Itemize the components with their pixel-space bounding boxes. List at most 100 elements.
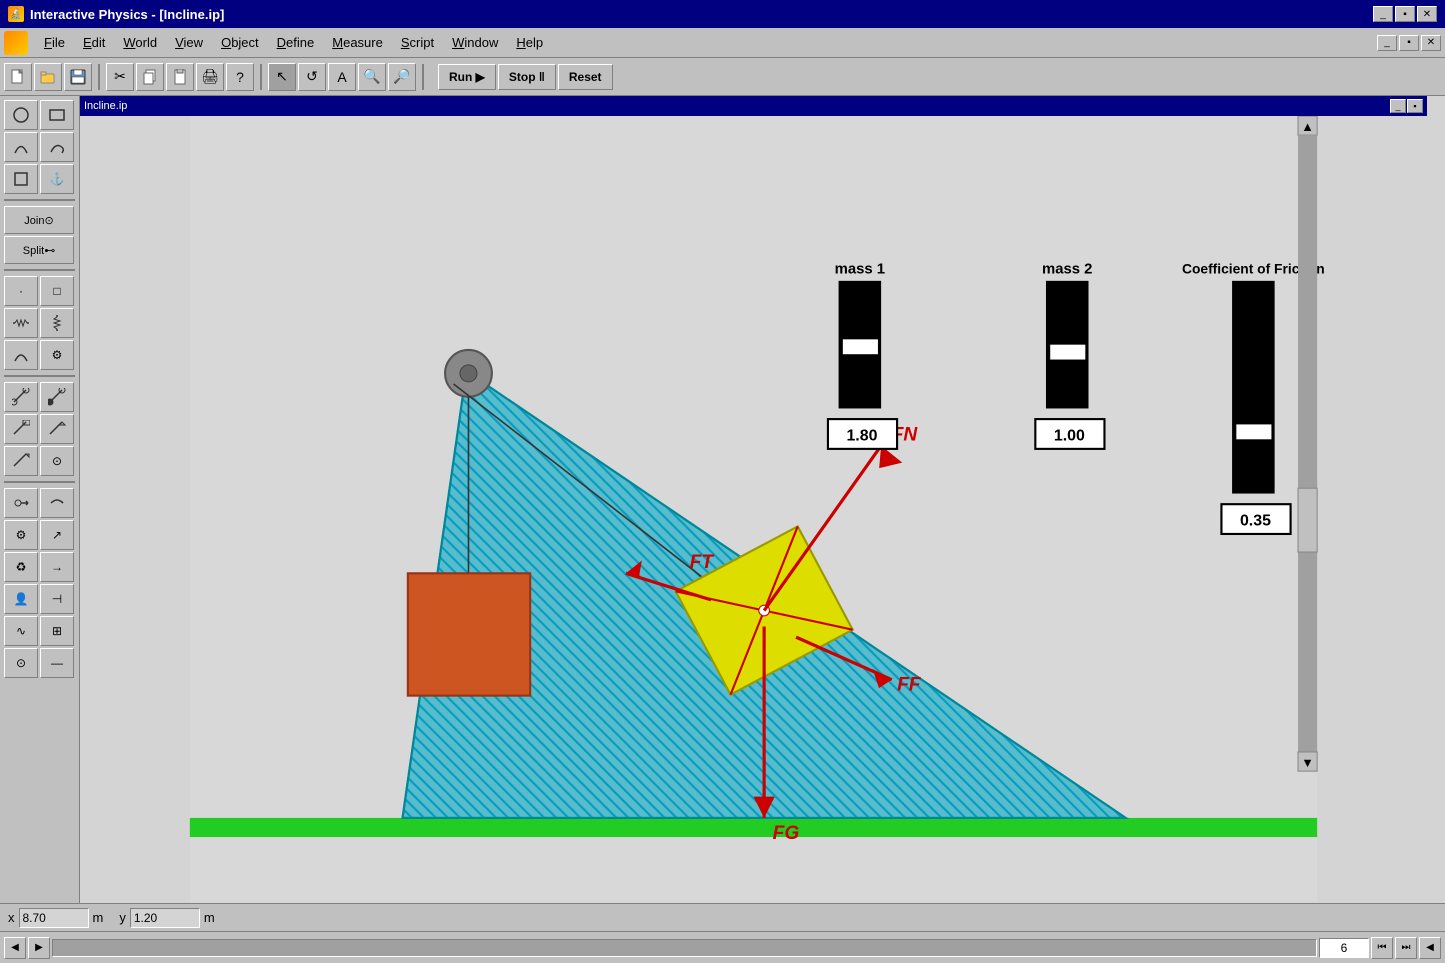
inner-maximize-button[interactable]: ▪ [1407,99,1423,113]
help-button[interactable]: ? [226,63,254,91]
square-tool[interactable] [4,164,38,194]
new-button[interactable] [4,63,32,91]
stop-button[interactable]: Stop ‖ [498,64,556,90]
inner-title-controls: _ ▪ [1390,99,1423,113]
run-button[interactable]: Run ▶ [438,64,496,90]
menu-window[interactable]: Window [444,32,506,53]
cut-button[interactable]: ✂ [106,63,134,91]
nav-rewind-button[interactable]: ◀ [1419,937,1441,959]
nav-back-button[interactable]: ◀ [4,937,26,959]
x-label: x [8,910,15,925]
pin-tool[interactable]: · [4,276,38,306]
horizontal-scrollbar[interactable] [52,939,1317,957]
curve-tool[interactable] [4,132,38,162]
constraint-tools-row2 [4,308,75,338]
inner-minimize-button[interactable]: _ [1390,99,1406,113]
split-button[interactable]: Split⊷ [4,236,74,264]
save-button[interactable] [64,63,92,91]
misc-tools-row3: ⊙ — [4,648,75,678]
nav-play-button[interactable]: ▶ [28,937,50,959]
text-tool[interactable]: A [328,63,356,91]
measure-tool-3[interactable] [4,414,38,444]
open-button[interactable] [34,63,62,91]
spring-h-tool[interactable] [4,308,38,338]
mdi-minimize-button[interactable]: _ [1377,35,1397,51]
misc-tools-row1: 👤 ⊣ [4,584,75,614]
app-icon: 🔬 [8,6,24,22]
main-content: ⚓ Join⊙ Split⊷ · □ ⚙ [0,96,1445,903]
freeform-tool[interactable] [40,132,74,162]
measure-tools-row3: ⊙ [4,446,75,476]
misc-tool-6[interactable]: — [40,648,74,678]
force-tool-2[interactable] [40,488,74,518]
mdi-maximize-button[interactable]: ▪ [1399,35,1419,51]
join-button[interactable]: Join⊙ [4,206,74,234]
app-title: Interactive Physics - [Incline.ip] [30,7,224,22]
x-position-field: x m [8,908,103,928]
menu-script[interactable]: Script [393,32,442,53]
zoom-out-tool[interactable]: 🔎 [388,63,416,91]
nav-step-forward-button[interactable]: ⏭ [1395,937,1417,959]
rigid-tool[interactable]: □ [40,276,74,306]
menu-measure[interactable]: Measure [324,32,391,53]
constraint-tools-row1: · □ [4,276,75,306]
menu-object[interactable]: Object [213,32,267,53]
force-tools-row1 [4,488,75,518]
close-button[interactable]: ✕ [1417,6,1437,22]
menu-view[interactable]: View [167,32,211,53]
anchor-tool[interactable]: ⚓ [40,164,74,194]
force-tool-6[interactable]: → [40,552,74,582]
print-button[interactable]: 🖨 [196,63,224,91]
force-tools-row2: ⚙ ↗ [4,520,75,550]
simulation-area: Incline.ip _ ▪ [80,96,1445,903]
force-tool-1[interactable] [4,488,38,518]
menu-define[interactable]: Define [269,32,323,53]
force-tool-4[interactable]: ↗ [40,520,74,550]
y-label: y [119,910,126,925]
misc-tool-2[interactable]: ⊣ [40,584,74,614]
circle-tool[interactable] [4,100,38,130]
measure-tool-5[interactable] [4,446,38,476]
misc-tool-3[interactable]: ∿ [4,616,38,646]
measure-tool-6[interactable]: ⊙ [40,446,74,476]
menu-app-icon [4,31,28,55]
arc-tool[interactable] [4,340,38,370]
measure-tool-4[interactable] [40,414,74,444]
measure-tool-2[interactable] [40,382,74,412]
copy-button[interactable] [136,63,164,91]
mdi-close-button[interactable]: ✕ [1421,35,1441,51]
misc-tool-4[interactable]: ⊞ [40,616,74,646]
force-tool-5[interactable]: ♻ [4,552,38,582]
divider-3 [4,375,75,377]
menu-world[interactable]: World [115,32,165,53]
measure-tool-1[interactable] [4,382,38,412]
zoom-in-tool[interactable]: 🔍 [358,63,386,91]
measure-tools-row1 [4,382,75,412]
spring-v-tool[interactable] [40,308,74,338]
menu-bar: File Edit World View Object Define Measu… [0,28,1445,58]
svg-text:mass 1: mass 1 [835,261,885,277]
undo-button[interactable]: ↺ [298,63,326,91]
status-bar: x m y m [0,903,1445,931]
minimize-button[interactable]: _ [1373,6,1393,22]
svg-text:FG: FG [773,823,800,844]
misc-tool-1[interactable]: 👤 [4,584,38,614]
menu-help[interactable]: Help [508,32,551,53]
paste-button[interactable] [166,63,194,91]
misc-tool-5[interactable]: ⊙ [4,648,38,678]
divider-1 [4,199,75,201]
frame-counter: 6 [1319,938,1369,958]
rectangle-tool[interactable] [40,100,74,130]
reset-button[interactable]: Reset [558,64,613,90]
gear-tool[interactable]: ⚙ [40,340,74,370]
select-tool[interactable]: ↖ [268,63,296,91]
x-value[interactable] [19,908,89,928]
nav-step-back-button[interactable]: ⏮ [1371,937,1393,959]
menu-edit[interactable]: Edit [75,32,113,53]
menu-file[interactable]: File [36,32,73,53]
force-tool-3[interactable]: ⚙ [4,520,38,550]
maximize-button[interactable]: ▪ [1395,6,1415,22]
svg-text:mass 2: mass 2 [1042,261,1092,277]
y-value[interactable] [130,908,200,928]
title-bar-left: 🔬 Interactive Physics - [Incline.ip] [8,6,224,22]
